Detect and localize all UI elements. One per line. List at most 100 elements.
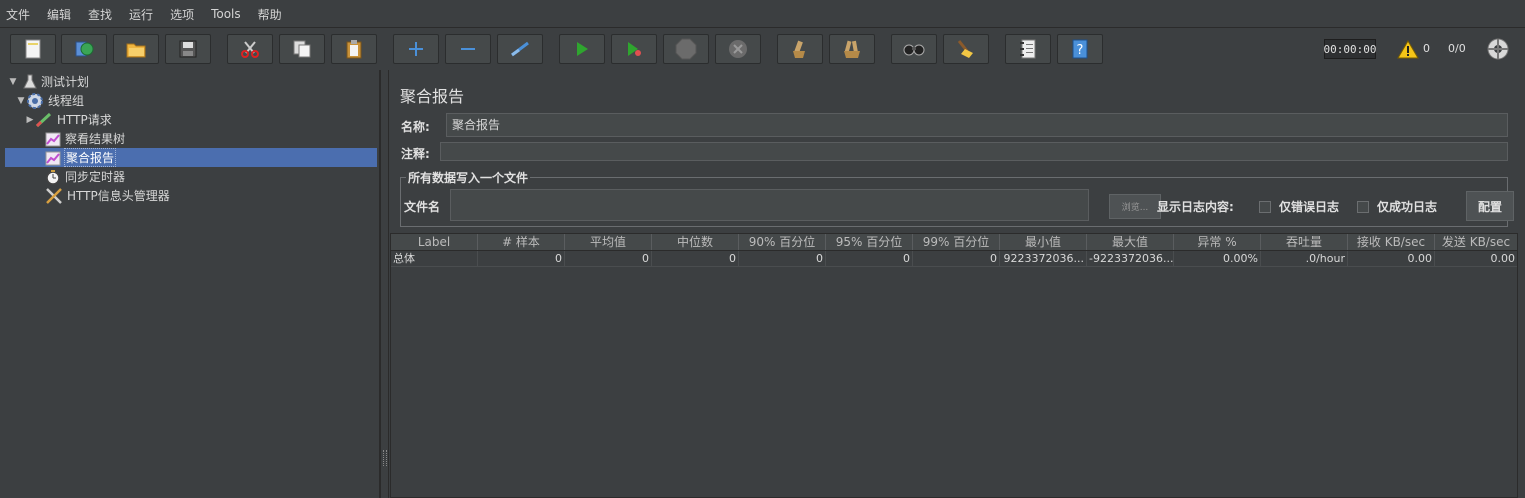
column-header[interactable]: 90% 百分位 <box>739 234 826 250</box>
svg-text:?: ? <box>1077 43 1084 58</box>
tree-item-thread-group[interactable]: ▼ 线程组 <box>16 91 85 110</box>
expand-icon <box>409 42 423 56</box>
collapse-button[interactable] <box>445 34 491 64</box>
menu-edit[interactable]: 编辑 <box>45 6 73 23</box>
open-button[interactable] <box>113 34 159 64</box>
table-cell: 总体 <box>391 251 478 266</box>
expand-arrow[interactable]: ▶ <box>25 115 35 125</box>
tree-item-header-manager[interactable]: HTTP信息头管理器 <box>35 186 171 205</box>
chart-icon <box>45 151 61 165</box>
save-button[interactable] <box>165 34 211 64</box>
tree-item-test-plan[interactable]: ▼ 测试计划 <box>8 72 90 91</box>
remote-start-all-button[interactable] <box>1487 38 1509 63</box>
toolbar: ? 00:00:00 0 0/0 <box>0 27 1525 70</box>
tree-item-label: 线程组 <box>48 94 85 108</box>
toggle-button[interactable] <box>497 34 543 64</box>
table-cell: 0.00 <box>1490 252 1516 265</box>
column-header[interactable]: 发送 KB/sec <box>1435 234 1517 250</box>
checkbox-label: 仅成功日志 <box>1377 200 1438 214</box>
expand-arrow[interactable]: ▼ <box>16 96 26 106</box>
column-header[interactable]: 异常 % <box>1174 234 1261 250</box>
search-icon <box>903 44 925 56</box>
tree-item-label: 察看结果树 <box>65 132 126 146</box>
test-plan-tree: ▼ 测试计划 ▼ 线程组 ▶ HTTP请求 察看结果树 聚合报告 同步定时器 H… <box>0 70 380 498</box>
table-cell: 0 <box>652 251 739 266</box>
warning-indicator[interactable] <box>1397 40 1419 59</box>
stop-icon <box>675 38 697 60</box>
column-header[interactable]: # 样本 <box>478 234 565 250</box>
browse-button[interactable]: 浏览... <box>1109 194 1161 219</box>
table-cell: 0.00% <box>1174 251 1261 266</box>
comment-field[interactable] <box>440 142 1508 161</box>
group-title: 所有数据写入一个文件 <box>406 169 531 186</box>
tree-item-view-results-tree[interactable]: 察看结果树 <box>35 129 126 148</box>
write-to-file-group: 所有数据写入一个文件 文件名 浏览... 显示日志内容: 仅错误日志 仅成功日志… <box>400 169 1514 227</box>
panel-splitter[interactable] <box>380 70 389 498</box>
toggle-icon <box>511 41 529 57</box>
column-header[interactable]: 最小值 <box>1000 234 1087 250</box>
menu-help[interactable]: 帮助 <box>256 6 284 23</box>
menu-options[interactable]: 选项 <box>168 6 196 23</box>
name-label: 名称: <box>401 120 430 134</box>
table-row[interactable]: 总体 0 0 0 0 0 0 9223372036... -9223372036… <box>391 251 1517 267</box>
elapsed-timer: 00:00:00 <box>1324 39 1377 59</box>
column-header[interactable]: 99% 百分位 <box>913 234 1000 250</box>
column-header[interactable]: 中位数 <box>652 234 739 250</box>
checkbox-box[interactable] <box>1357 200 1369 213</box>
success-only-checkbox[interactable]: 仅成功日志 <box>1357 198 1437 215</box>
filename-field[interactable] <box>450 189 1089 221</box>
clear-button[interactable] <box>777 34 823 64</box>
aggregate-report-panel: 聚合报告 名称: 聚合报告 注释: 所有数据写入一个文件 文件名 浏览... 显… <box>389 70 1525 498</box>
expand-button[interactable] <box>393 34 439 64</box>
help-button[interactable]: ? <box>1057 34 1103 64</box>
configure-button[interactable]: 配置 <box>1466 191 1514 221</box>
column-header[interactable]: 接收 KB/sec <box>1348 234 1435 250</box>
function-helper-button[interactable] <box>1005 34 1051 64</box>
stop-button[interactable] <box>663 34 709 64</box>
warning-count: 0 <box>1423 42 1430 55</box>
column-header[interactable]: 平均值 <box>565 234 652 250</box>
column-header[interactable]: 95% 百分位 <box>826 234 913 250</box>
open-icon <box>126 43 146 58</box>
table-cell: 9223372036... <box>1000 251 1087 266</box>
tree-item-http-request[interactable]: ▶ HTTP请求 <box>25 110 113 129</box>
clear-icon <box>793 40 805 58</box>
copy-button[interactable] <box>279 34 325 64</box>
start-button[interactable] <box>559 34 605 64</box>
column-header[interactable]: 吞吐量 <box>1261 234 1348 250</box>
shutdown-icon <box>729 40 747 58</box>
new-button[interactable] <box>10 34 56 64</box>
column-header[interactable]: 最大值 <box>1087 234 1174 250</box>
tree-item-aggregate-report[interactable]: 聚合报告 <box>5 148 377 167</box>
errors-only-checkbox[interactable]: 仅错误日志 <box>1259 198 1339 215</box>
templates-button[interactable] <box>61 34 107 64</box>
column-header[interactable]: Label <box>391 234 478 250</box>
checkbox-box[interactable] <box>1259 200 1271 213</box>
paste-button[interactable] <box>331 34 377 64</box>
clear-all-icon <box>844 40 860 58</box>
reset-search-button[interactable] <box>943 34 989 64</box>
expand-arrow[interactable]: ▼ <box>8 77 18 87</box>
tree-item-label: 聚合报告 <box>64 148 117 167</box>
shutdown-button[interactable] <box>715 34 761 64</box>
cut-button[interactable] <box>227 34 273 64</box>
name-field[interactable]: 聚合报告 <box>446 113 1508 137</box>
search-button[interactable] <box>891 34 937 64</box>
checkbox-label: 仅错误日志 <box>1279 200 1340 214</box>
table-cell: 0 <box>565 251 652 266</box>
menu-search[interactable]: 查找 <box>86 6 114 23</box>
cut-icon <box>241 41 259 58</box>
splitter-grip[interactable] <box>383 450 387 466</box>
start-no-pauses-button[interactable] <box>611 34 657 64</box>
copy-icon <box>293 40 311 58</box>
menu-tools[interactable]: Tools <box>209 7 243 21</box>
paste-icon <box>346 40 362 59</box>
clear-all-button[interactable] <box>829 34 875 64</box>
menu-run[interactable]: 运行 <box>127 6 155 23</box>
tree-item-sync-timer[interactable]: 同步定时器 <box>35 167 126 186</box>
log-display-label: 显示日志内容: <box>1157 200 1234 214</box>
comment-label: 注释: <box>401 147 430 161</box>
start-icon <box>577 42 588 56</box>
pipette-icon <box>35 112 52 127</box>
menu-file[interactable]: 文件 <box>4 6 32 23</box>
